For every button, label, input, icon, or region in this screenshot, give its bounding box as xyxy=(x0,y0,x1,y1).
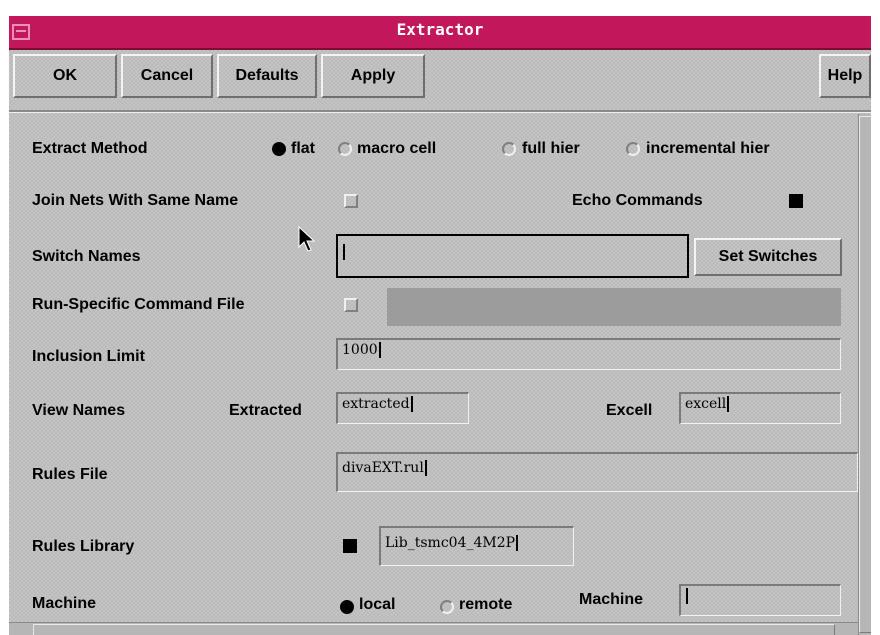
machine-label: Machine xyxy=(32,595,97,612)
horizontal-scrollbar-thumb[interactable] xyxy=(33,624,835,635)
radio-incremental-hier-label[interactable]: incremental hier xyxy=(646,140,770,158)
join-nets-checkbox[interactable] xyxy=(344,194,358,208)
toolbar-divider xyxy=(9,110,871,113)
radio-remote-label[interactable]: remote xyxy=(459,596,512,614)
extracted-view-value: extracted xyxy=(342,396,410,412)
join-nets-label: Join Nets With Same Name xyxy=(32,192,239,209)
extract-method-label: Extract Method xyxy=(32,140,148,157)
view-names-label: View Names xyxy=(32,402,126,419)
text-cursor xyxy=(516,535,519,551)
radio-incremental-hier[interactable] xyxy=(626,142,640,156)
run-specific-checkbox[interactable] xyxy=(344,298,358,312)
help-button[interactable]: Help xyxy=(819,54,871,98)
radio-macro-cell-label[interactable]: macro cell xyxy=(357,140,436,158)
rules-file-label: Rules File xyxy=(32,466,108,483)
run-specific-label: Run-Specific Command File xyxy=(32,296,245,313)
inclusion-limit-label: Inclusion Limit xyxy=(32,348,145,365)
rules-file-input[interactable]: divaEXT.rul xyxy=(336,452,858,492)
rules-library-checkbox[interactable] xyxy=(343,539,357,553)
radio-full-hier-label[interactable]: full hier xyxy=(522,140,580,158)
rules-library-input[interactable]: Lib_tsmc04_4M2P xyxy=(379,526,574,566)
text-cursor xyxy=(727,396,730,412)
text-cursor xyxy=(410,396,413,412)
text-cursor xyxy=(424,460,427,476)
extracted-label: Extracted xyxy=(229,402,302,419)
switch-names-input[interactable] xyxy=(336,234,689,278)
text-cursor xyxy=(378,342,381,358)
radio-flat-label[interactable]: flat xyxy=(291,140,315,158)
radio-full-hier[interactable] xyxy=(502,142,516,156)
excell-view-value: excell xyxy=(685,396,727,412)
horizontal-scrollbar[interactable] xyxy=(9,622,858,635)
inclusion-limit-value: 1000 xyxy=(342,342,378,358)
text-cursor xyxy=(686,588,688,604)
ok-button[interactable]: OK xyxy=(13,54,117,98)
machine-name-label: Machine xyxy=(579,591,644,608)
text-cursor xyxy=(343,244,345,260)
run-specific-file-input[interactable] xyxy=(387,288,841,326)
rules-library-label: Rules Library xyxy=(32,538,135,555)
radio-local-label[interactable]: local xyxy=(359,596,395,614)
radio-flat[interactable] xyxy=(272,142,286,156)
set-switches-button[interactable]: Set Switches xyxy=(694,238,842,276)
window-title: Extractor xyxy=(396,20,484,39)
excell-view-input[interactable]: excell xyxy=(679,392,841,424)
excell-label: Excell xyxy=(606,402,653,419)
cancel-button[interactable]: Cancel xyxy=(121,54,213,98)
radio-remote[interactable] xyxy=(440,600,454,614)
vertical-scrollbar[interactable] xyxy=(858,114,871,635)
radio-macro-cell[interactable] xyxy=(338,142,352,156)
title-bar[interactable]: Extractor xyxy=(9,16,871,50)
extractor-window: Extractor OK Cancel Defaults Apply Help … xyxy=(9,16,871,635)
vertical-scrollbar-thumb[interactable] xyxy=(859,116,871,633)
echo-commands-label: Echo Commands xyxy=(572,192,703,209)
rules-file-value: divaEXT.rul xyxy=(342,460,424,476)
inclusion-limit-input[interactable]: 1000 xyxy=(336,338,841,370)
extracted-view-input[interactable]: extracted xyxy=(336,392,469,424)
echo-commands-checkbox[interactable] xyxy=(789,194,803,208)
mouse-pointer-icon xyxy=(298,226,316,252)
apply-button[interactable]: Apply xyxy=(321,54,425,98)
machine-name-input[interactable] xyxy=(679,584,841,616)
rules-library-value: Lib_tsmc04_4M2P xyxy=(385,535,516,551)
radio-local[interactable] xyxy=(340,600,354,614)
defaults-button[interactable]: Defaults xyxy=(217,54,317,98)
switch-names-label: Switch Names xyxy=(32,248,141,265)
